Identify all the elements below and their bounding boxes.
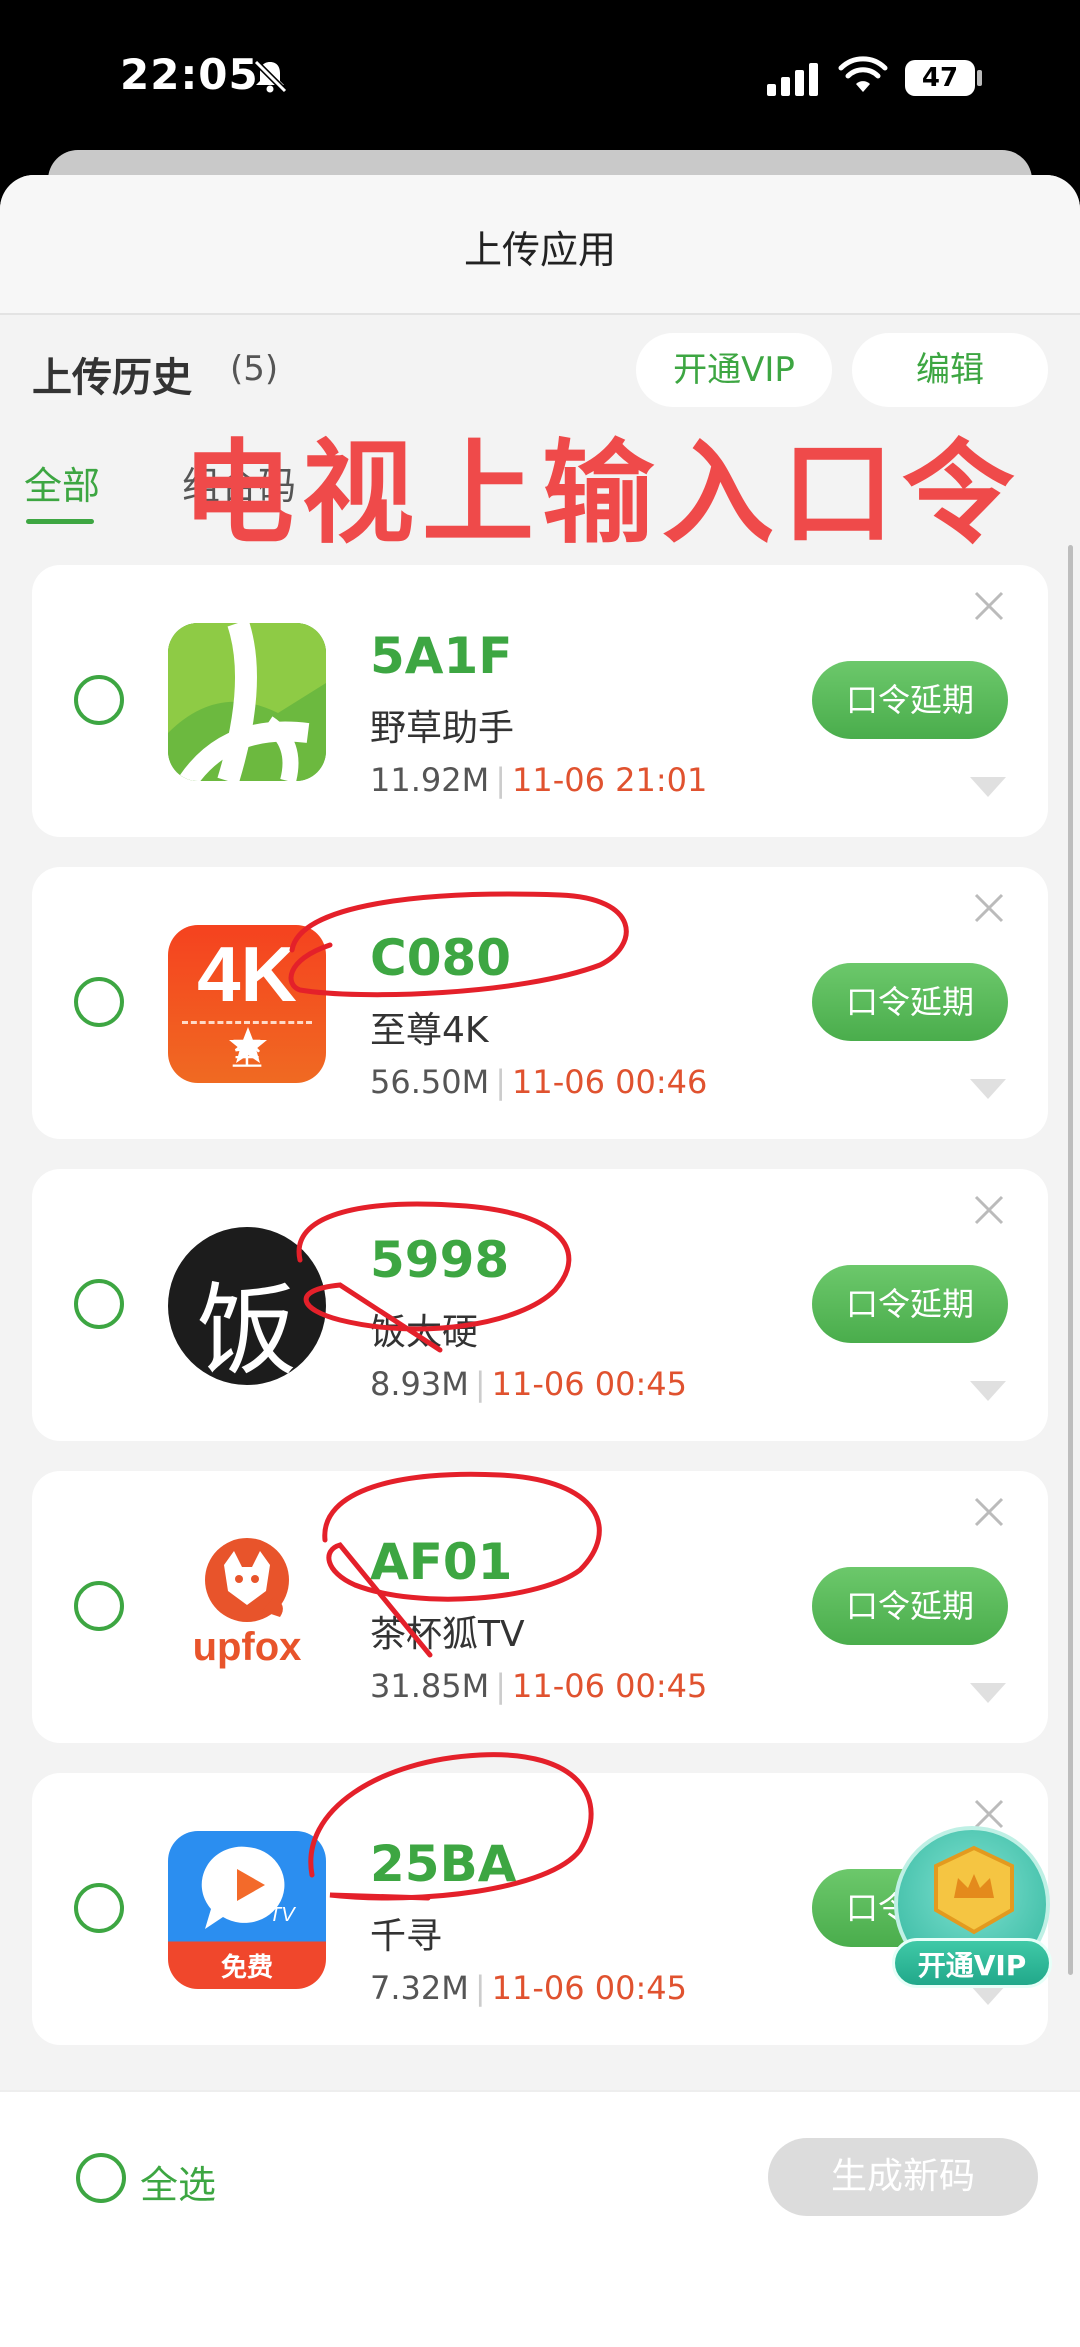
sheet-header: 上传应用 xyxy=(0,175,1080,315)
app-card[interactable]: upfox AF01 茶杯狐TV 31.85M | 11-06 00:45 口令延期 xyxy=(32,1471,1048,1743)
footer-bar xyxy=(0,2090,1080,2347)
app-name: 茶杯狐TV xyxy=(370,1614,525,1655)
close-icon[interactable] xyxy=(972,1495,1006,1529)
app-code: 5A1F xyxy=(370,627,513,685)
select-all-radio[interactable] xyxy=(76,2153,126,2203)
app-name: 饭太硬 xyxy=(370,1312,479,1353)
play-bubble-icon: TV xyxy=(201,1846,296,1929)
app-meta: 8.93M | 11-06 00:45 xyxy=(370,1365,687,1403)
upfox-icon: upfox xyxy=(168,1529,326,1687)
app-code: C080 xyxy=(370,929,512,987)
app-date: 11-06 00:45 xyxy=(491,1969,688,2007)
page-title: 上传应用 xyxy=(463,228,616,272)
meta-separator: | xyxy=(495,761,506,799)
extend-code-button[interactable]: 口令延期 xyxy=(812,1567,1008,1645)
tab-active-underline xyxy=(26,519,94,524)
wifi-icon xyxy=(838,56,888,92)
icon-fan-text: 饭 xyxy=(197,1272,297,1385)
history-title: 上传历史 xyxy=(32,355,192,401)
chevron-down-icon[interactable] xyxy=(968,775,1008,799)
close-icon[interactable] xyxy=(972,891,1006,925)
close-icon[interactable] xyxy=(972,1193,1006,1227)
extend-code-button[interactable]: 口令延期 xyxy=(812,963,1008,1041)
close-icon[interactable] xyxy=(972,589,1006,623)
meta-separator: | xyxy=(495,1667,506,1705)
battery-cap xyxy=(977,70,982,86)
qianxun-tv-icon: TV 免费 xyxy=(168,1831,326,1989)
chevron-down-icon[interactable] xyxy=(968,1379,1008,1403)
fantaiying-icon: 饭 xyxy=(168,1227,326,1385)
bell-muted-icon xyxy=(253,59,288,94)
generate-code-button[interactable]: 生成新码 xyxy=(768,2138,1038,2216)
meta-separator: | xyxy=(495,1063,506,1101)
app-meta: 7.32M | 11-06 00:45 xyxy=(370,1969,687,2007)
app-size: 31.85M xyxy=(370,1667,490,1705)
app-card[interactable]: 4K 至尊 C080 至尊4K 56.50M|11-06 00:46 口令延期 xyxy=(32,867,1048,1139)
app-date: 11-06 00:46 xyxy=(512,1063,708,1101)
history-count: (5) xyxy=(230,349,279,389)
app-size: 11.92M xyxy=(370,761,490,799)
select-radio[interactable] xyxy=(74,977,124,1027)
app-size: 56.50M xyxy=(370,1063,490,1101)
app-card[interactable]: 饭 5998 饭太硬 8.93M | 11-06 00:45 口令延期 xyxy=(32,1169,1048,1441)
select-radio[interactable] xyxy=(74,675,124,725)
app-code: 25BA xyxy=(370,1835,517,1893)
select-radio[interactable] xyxy=(74,1581,124,1631)
open-vip-button[interactable]: 开通VIP xyxy=(636,333,832,407)
select-all-label[interactable]: 全选 xyxy=(140,2154,216,2209)
extend-code-button[interactable]: 口令延期 xyxy=(812,1265,1008,1343)
icon-dash-line xyxy=(182,1021,312,1024)
zhizun-4k-icon: 4K 至尊 xyxy=(168,925,326,1083)
meta-separator: | xyxy=(474,1365,486,1403)
app-size: 7.32M xyxy=(370,1969,469,2007)
select-radio[interactable] xyxy=(74,1883,124,1933)
grass-helper-icon xyxy=(168,623,326,781)
cellular-signal-icon xyxy=(767,63,818,96)
annotation-overlay-text: 电视上输入口令 xyxy=(182,429,1022,559)
app-date: 11-06 21:01 xyxy=(512,761,708,799)
status-time: 22:05 xyxy=(120,50,259,99)
icon-4k-text: 4K xyxy=(197,930,297,1018)
app-meta: 31.85M | 11-06 00:45 xyxy=(370,1667,707,1705)
app-card[interactable]: 5A1F 野草助手 11.92M | 11-06 21:01 口令延期 xyxy=(32,565,1048,837)
scrollbar[interactable] xyxy=(1068,545,1073,1975)
svg-text:TV: TV xyxy=(269,1904,296,1926)
app-meta: 56.50M | 11-06 00:46 xyxy=(370,1063,707,1101)
app-size: 8.93M xyxy=(370,1365,469,1403)
app-name: 千寻 xyxy=(370,1916,443,1957)
chevron-down-icon[interactable] xyxy=(968,1077,1008,1101)
tab-all[interactable]: 全部 xyxy=(24,455,100,510)
app-code: AF01 xyxy=(370,1533,513,1591)
select-radio[interactable] xyxy=(74,1279,124,1329)
floating-vip-badge[interactable]: 开通VIP xyxy=(888,1822,1056,1998)
edit-button[interactable]: 编辑 xyxy=(852,333,1048,407)
icon-free-text: 免费 xyxy=(220,1953,273,1983)
crown-gem-icon xyxy=(934,1845,1014,1935)
vip-badge-label: 开通VIP xyxy=(892,1938,1052,1988)
upload-sheet: 上传应用 上传历史 (5) 开通VIP 编辑 全部 组合码 电视上输入口令 5A… xyxy=(0,175,1080,2347)
app-date: 11-06 00:45 xyxy=(491,1365,688,1403)
extend-code-button[interactable]: 口令延期 xyxy=(812,661,1008,739)
app-name: 野草助手 xyxy=(370,708,515,749)
battery-indicator: 47 xyxy=(905,60,975,96)
app-date: 11-06 00:45 xyxy=(512,1667,708,1705)
app-name: 至尊4K xyxy=(370,1010,489,1051)
app-meta: 11.92M | 11-06 21:01 xyxy=(370,761,707,799)
icon-upfox-text: upfox xyxy=(192,1625,302,1669)
fox-icon xyxy=(205,1538,289,1622)
status-bar: 22:05 47 xyxy=(0,0,1080,160)
chevron-down-icon[interactable] xyxy=(968,1681,1008,1705)
app-code: 5998 xyxy=(370,1231,510,1289)
meta-separator: | xyxy=(474,1969,486,2007)
star-icon xyxy=(229,1027,267,1063)
